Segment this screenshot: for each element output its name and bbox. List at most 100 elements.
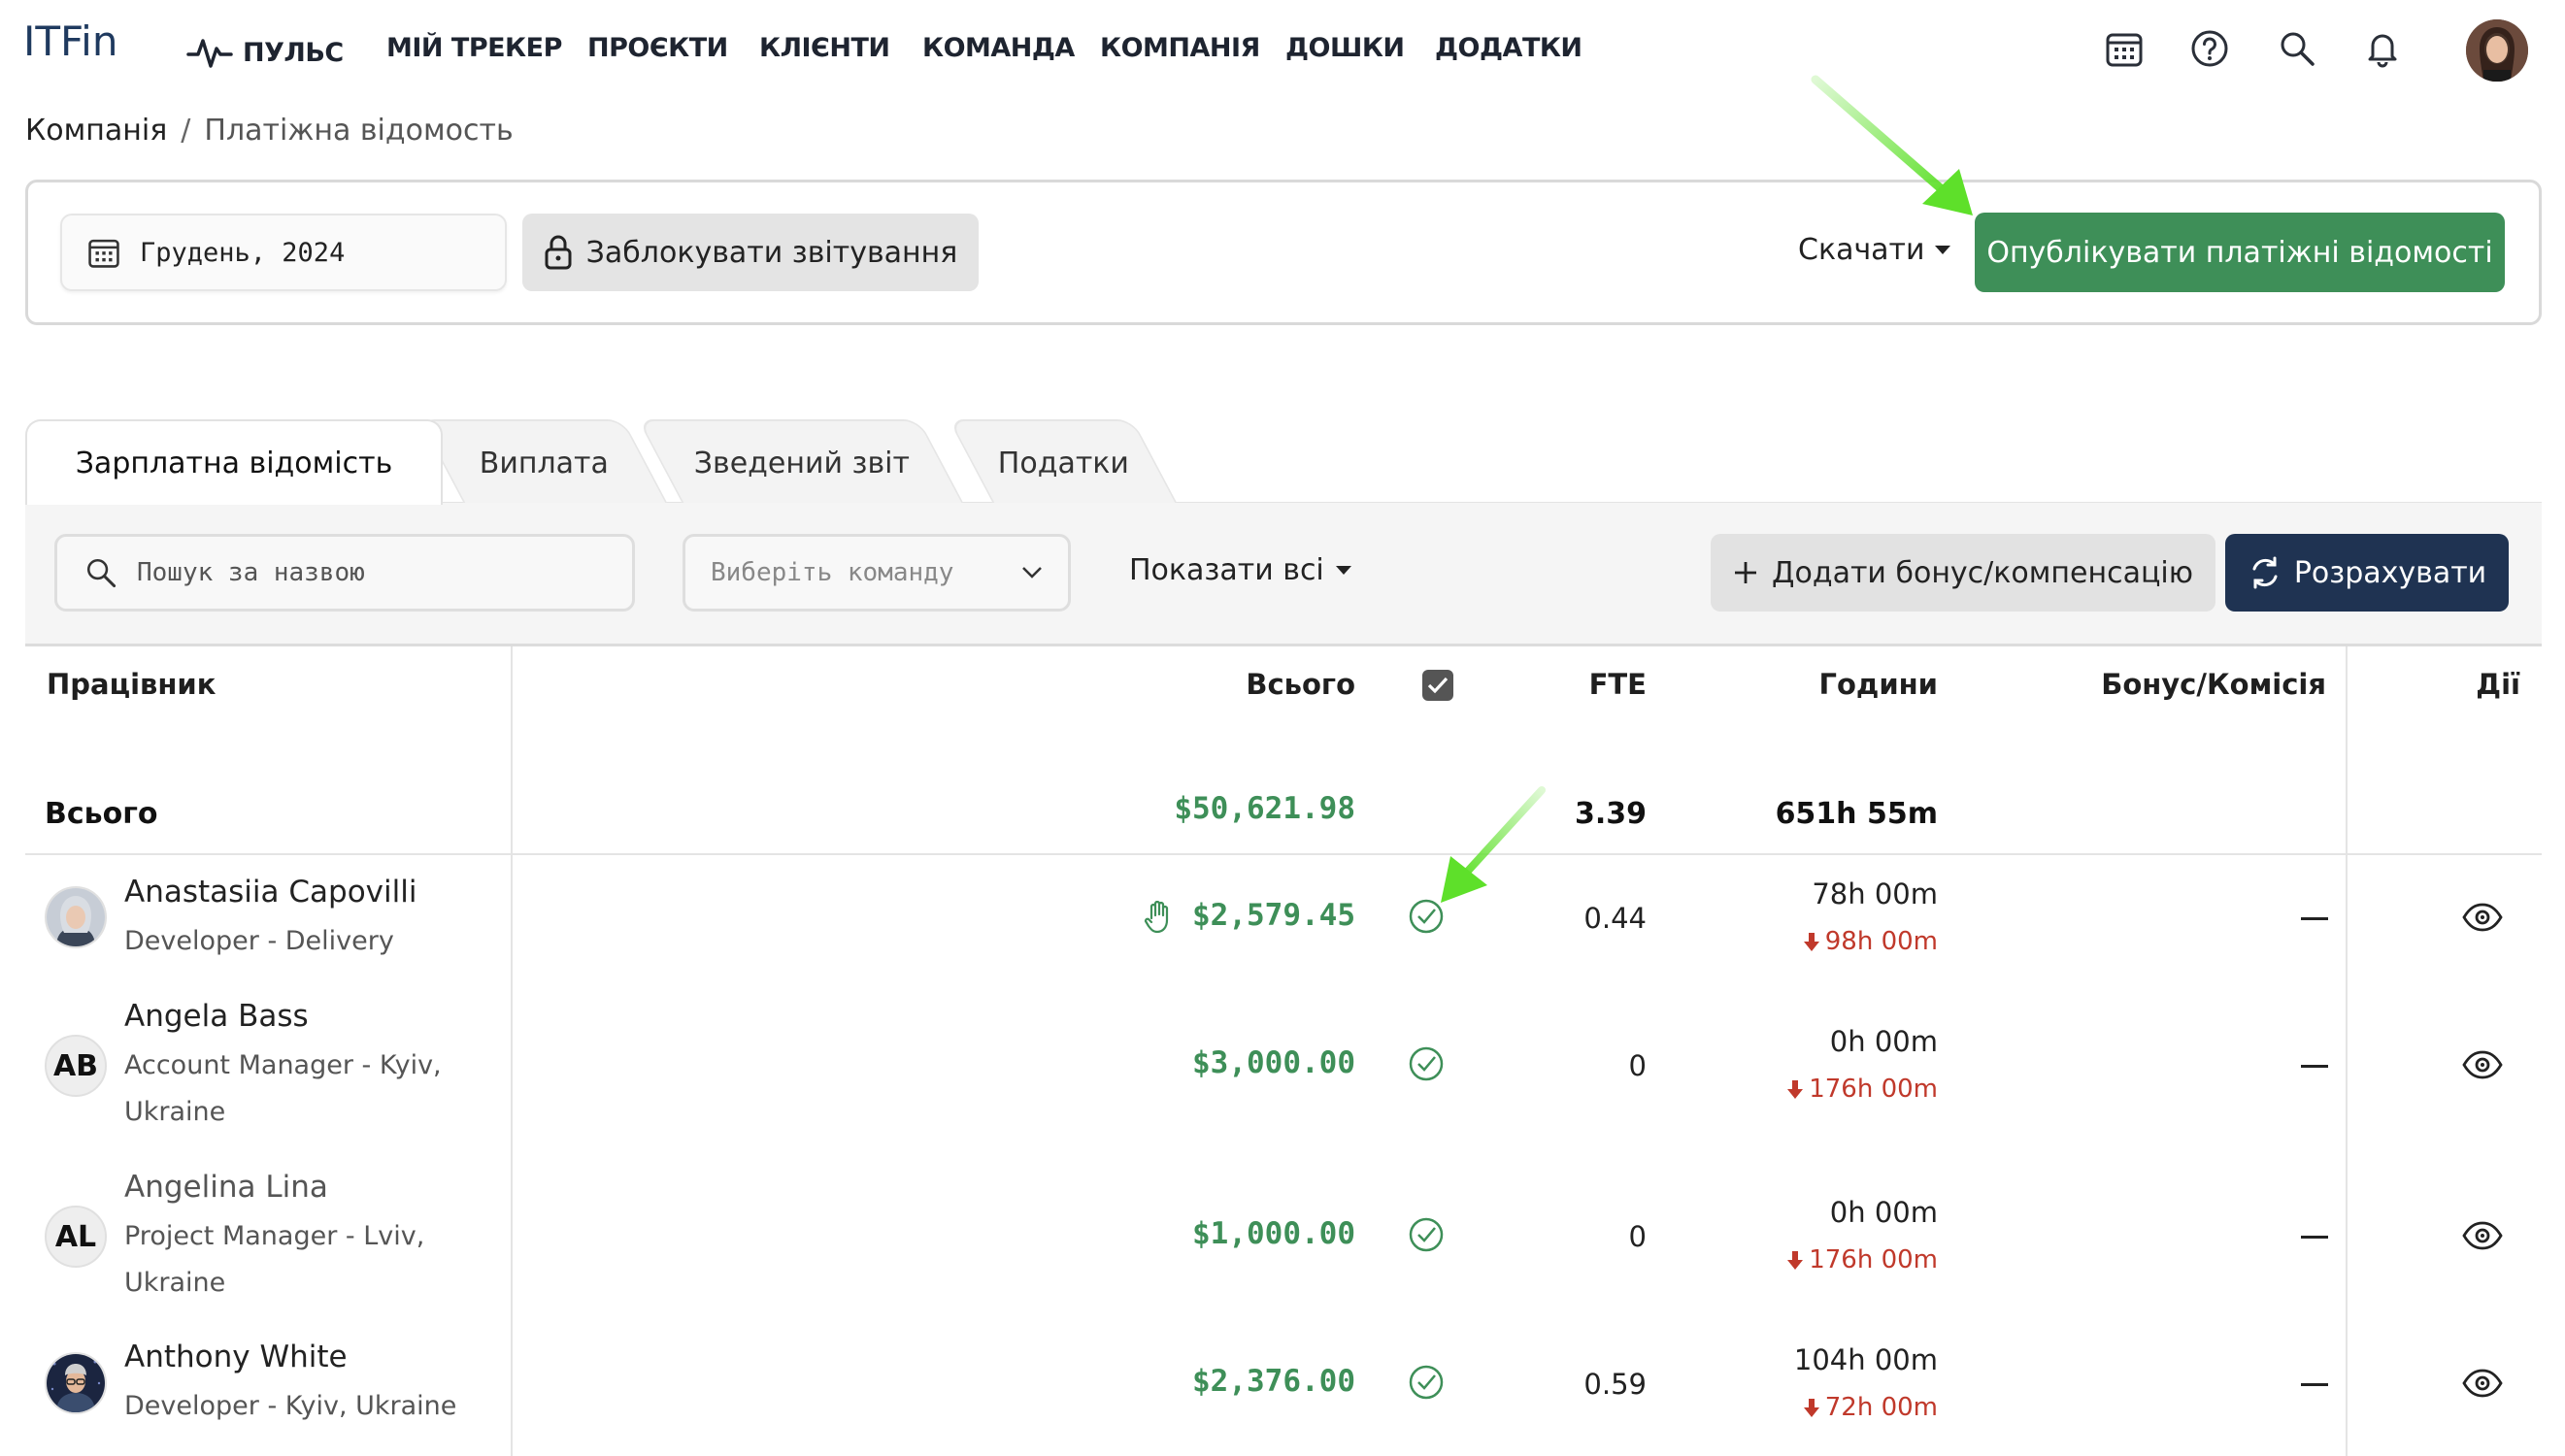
calculate-button[interactable]: Розрахувати: [2225, 534, 2509, 612]
summary-fte: 3.39: [1574, 797, 1647, 831]
caret-down-icon: [1335, 566, 1351, 575]
tab-label: Податки: [997, 446, 1130, 480]
arrow-down-icon: [1787, 1080, 1804, 1099]
summary-total: $50,621.98: [1174, 791, 1355, 826]
refresh-icon: [2252, 556, 2278, 589]
publish-payrolls-button[interactable]: Опублікувати платіжні відомості: [1975, 213, 2505, 292]
calendar-icon: [88, 239, 119, 268]
employee-fte: 0: [1628, 1220, 1647, 1253]
approved-check-icon[interactable]: [1408, 1045, 1445, 1082]
view-eye-icon[interactable]: [2462, 1369, 2503, 1398]
hours-deficit: 176h 00m: [1709, 1245, 1938, 1274]
hours-deficit: 98h 00m: [1709, 927, 1938, 956]
column-header-employee[interactable]: Працівник: [47, 668, 216, 701]
nav-item-company[interactable]: КОМПАНІЯ: [1100, 33, 1260, 63]
approved-check-icon[interactable]: [1408, 1216, 1445, 1253]
column-header-total[interactable]: Всього: [1165, 668, 1355, 701]
approved-check-icon[interactable]: [1408, 898, 1445, 935]
tab-taxes[interactable]: Податки: [948, 419, 1179, 505]
hours-deficit: 72h 00m: [1709, 1393, 1938, 1422]
download-dropdown[interactable]: Скачати: [1798, 233, 1950, 267]
employee-total[interactable]: $2,579.45: [1068, 898, 1355, 933]
add-bonus-label: Додати бонус/компенсацію: [1772, 555, 2193, 590]
summary-hours: 651h 55m: [1775, 797, 1938, 831]
breadcrumb-parent[interactable]: Компанія: [25, 114, 167, 148]
tab-label: Зведений звіт: [693, 446, 910, 480]
tab-label: Виплата: [479, 446, 610, 480]
chevron-down-icon: [1022, 567, 1042, 579]
employee-role: Account Manager - Kyiv, Ukraine: [124, 1050, 442, 1127]
team-select-placeholder: Виберіть команду: [711, 558, 954, 587]
table-header-border: [25, 644, 2542, 646]
annotation-arrow-icon: [1441, 786, 1546, 903]
column-header-bonus[interactable]: Бонус/Комісія: [2039, 668, 2326, 701]
calculate-label: Розрахувати: [2293, 555, 2487, 590]
column-header-fte[interactable]: FTE: [1553, 668, 1647, 701]
nav-item-addons[interactable]: ДОДАТКИ: [1435, 33, 1582, 63]
team-select[interactable]: Виберіть команду: [683, 534, 1071, 612]
column-header-actions: Дії: [2476, 668, 2520, 701]
employee-name[interactable]: Angelina Lina: [124, 1170, 328, 1205]
tab-label: Зарплатна відомість: [75, 446, 393, 480]
app-logo[interactable]: ITFin: [23, 17, 117, 65]
nav-item-team[interactable]: КОМАНДА: [922, 33, 1075, 63]
tab-summary-report[interactable]: Зведений звіт: [637, 419, 965, 505]
bonus-empty: [2301, 917, 2328, 920]
avatar: [45, 1352, 107, 1414]
nav-item-my-tracker[interactable]: МІЙ ТРЕКЕР: [386, 33, 562, 63]
hours-deficit-value: 176h 00m: [1809, 1245, 1938, 1274]
view-eye-icon[interactable]: [2462, 1221, 2503, 1250]
breadcrumb-current: Платіжна відомость: [204, 114, 514, 148]
employee-name[interactable]: Anthony White: [124, 1340, 348, 1374]
breadcrumb-separator: /: [181, 114, 191, 148]
employee-fte: 0.44: [1583, 902, 1647, 935]
employee-hours: 0h 00m: [1829, 1025, 1938, 1058]
hours-deficit-value: 176h 00m: [1809, 1075, 1938, 1104]
search-input[interactable]: [137, 558, 603, 587]
view-eye-icon[interactable]: [2462, 1050, 2503, 1079]
download-label: Скачати: [1798, 233, 1925, 267]
search-icon[interactable]: [2278, 29, 2316, 68]
hours-deficit-value: 98h 00m: [1824, 927, 1938, 956]
avatar: AL: [45, 1206, 107, 1268]
employee-total[interactable]: $2,376.00: [1068, 1364, 1355, 1399]
bonus-empty: [2301, 1383, 2328, 1386]
help-icon[interactable]: [2190, 29, 2229, 68]
row-divider: [25, 853, 2542, 855]
show-all-dropdown[interactable]: Показати всі: [1129, 553, 1351, 587]
nav-item-clients[interactable]: КЛІЄНТИ: [759, 33, 890, 63]
hours-deficit-value: 72h 00m: [1824, 1393, 1938, 1422]
bonus-empty: [2301, 1236, 2328, 1239]
column-header-hours[interactable]: Години: [1748, 668, 1939, 701]
employee-name[interactable]: Anastasiia Capovilli: [124, 875, 416, 910]
breadcrumb: Компанія / Платіжна відомость: [25, 114, 514, 148]
lock-reporting-button[interactable]: Заблокувати звітування: [522, 214, 979, 291]
show-all-label: Показати всі: [1129, 553, 1324, 587]
tab-payout[interactable]: Виплата: [418, 419, 669, 505]
employee-hours: 104h 00m: [1793, 1343, 1938, 1376]
lock-reporting-label: Заблокувати звітування: [585, 235, 958, 270]
bonus-empty: [2301, 1065, 2328, 1068]
employee-total[interactable]: $3,000.00: [1068, 1045, 1355, 1080]
avatar: [45, 886, 107, 948]
bell-icon[interactable]: [2363, 29, 2402, 68]
approved-check-icon[interactable]: [1408, 1364, 1445, 1401]
select-all-checkbox[interactable]: [1422, 670, 1453, 701]
calendar-icon[interactable]: [2105, 29, 2144, 68]
nav-item-label: ПУЛЬС: [243, 37, 344, 68]
add-bonus-button[interactable]: Додати бонус/компенсацію: [1711, 534, 2215, 612]
hours-deficit: 176h 00m: [1709, 1075, 1938, 1104]
tab-payroll-sheet[interactable]: Зарплатна відомість: [25, 419, 443, 505]
employee-name[interactable]: Angela Bass: [124, 999, 309, 1034]
employee-total[interactable]: $1,000.00: [1068, 1216, 1355, 1251]
nav-item-boards[interactable]: ДОШКИ: [1285, 33, 1405, 63]
nav-item-projects[interactable]: ПРОЄКТИ: [587, 33, 728, 63]
employee-role: Project Manager - Lviv, Ukraine: [124, 1221, 425, 1298]
employee-hours: 0h 00m: [1829, 1196, 1938, 1229]
arrow-down-icon: [1803, 1399, 1819, 1417]
user-avatar[interactable]: [2466, 19, 2528, 82]
search-field[interactable]: [54, 534, 635, 612]
view-eye-icon[interactable]: [2462, 903, 2503, 932]
period-picker[interactable]: Грудень, 2024: [60, 214, 507, 291]
nav-item-pulse[interactable]: ПУЛЬС: [186, 33, 344, 72]
